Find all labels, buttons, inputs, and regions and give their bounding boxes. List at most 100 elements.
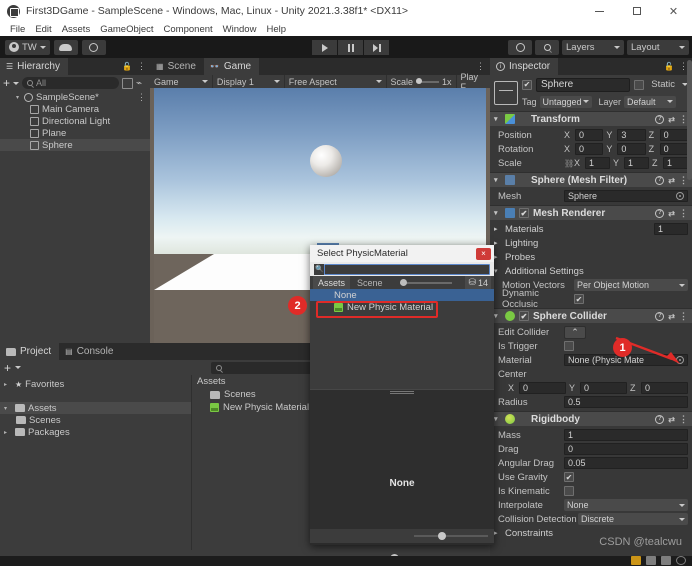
chevron-down-icon[interactable] <box>13 81 20 85</box>
probes-foldout[interactable]: ▸ Probes <box>490 250 692 264</box>
mesh-object-field[interactable]: Sphere <box>564 190 688 202</box>
tab-console[interactable]: ▤ Console <box>59 343 122 360</box>
resize-grip-icon[interactable] <box>390 391 414 394</box>
dialog-tab-assets[interactable]: Assets <box>313 276 351 289</box>
radius-input[interactable]: 0.5 <box>564 396 688 408</box>
expander-icon[interactable]: ▾ <box>494 115 501 123</box>
mesh-renderer-enabled-checkbox[interactable]: ✔ <box>519 208 529 218</box>
chevron-down-icon[interactable] <box>15 366 22 369</box>
lighting-foldout[interactable]: ▸ Lighting <box>490 236 692 250</box>
preset-icon[interactable]: ⇄ <box>668 176 675 185</box>
component-menu-icon[interactable]: ⋮ <box>679 208 688 219</box>
use-gravity-checkbox[interactable]: ✔ <box>564 472 574 482</box>
component-menu-icon[interactable]: ⋮ <box>679 311 688 322</box>
dialog-size-slider[interactable] <box>390 278 464 286</box>
gameview-play-focused-toggle[interactable]: Play F <box>455 72 490 92</box>
history-button[interactable] <box>508 40 532 55</box>
component-header-transform[interactable]: ▾ Transform ? ⇄ ⋮ <box>490 111 692 126</box>
position-x-input[interactable]: 0 <box>575 129 604 141</box>
project-tree-item-assets[interactable]: ▾ Assets <box>0 402 191 414</box>
gameview-display-dropdown[interactable]: Display 1 <box>211 75 284 88</box>
scale-z-input[interactable]: 1 <box>663 157 688 169</box>
expander-icon[interactable]: ▾ <box>494 415 501 423</box>
sphere-collider-enabled-checkbox[interactable]: ✔ <box>519 311 529 321</box>
menu-window[interactable]: Window <box>218 24 262 35</box>
edit-collider-button[interactable]: ⌃ <box>564 325 586 339</box>
layers-dropdown[interactable]: Layers <box>562 40 624 55</box>
check-status-icon[interactable] <box>676 556 686 565</box>
interpolate-dropdown[interactable]: None <box>564 499 688 511</box>
project-add-button[interactable]: + <box>4 362 11 374</box>
dialog-size-knob[interactable] <box>400 278 408 286</box>
menu-component[interactable]: Component <box>159 24 218 35</box>
gameview-target-dropdown[interactable]: Game <box>150 75 212 88</box>
collision-detection-dropdown[interactable]: Discrete <box>578 513 688 525</box>
preset-icon[interactable]: ⇄ <box>668 115 675 124</box>
help-icon[interactable]: ? <box>655 175 665 185</box>
angular-drag-input[interactable]: 0.05 <box>564 457 688 469</box>
project-tree-item-scenes[interactable]: Scenes <box>0 414 191 426</box>
warning-icon[interactable] <box>631 556 641 565</box>
maximize-button[interactable] <box>618 0 655 22</box>
additional-settings-foldout[interactable]: ▾ Additional Settings <box>490 264 692 278</box>
component-header-mesh-renderer[interactable]: ▾ ✔ Mesh Renderer ? ⇄ ⋮ <box>490 205 692 220</box>
center-y-input[interactable]: 0 <box>580 382 627 394</box>
scale-y-input[interactable]: 1 <box>624 157 649 169</box>
tab-hierarchy[interactable]: ☰ Hierarchy <box>0 58 68 75</box>
dialog-item-new-physic-material[interactable]: New Physic Material <box>310 301 494 313</box>
hierarchy-item-plane[interactable]: Plane <box>0 127 150 139</box>
preset-icon[interactable]: ⇄ <box>668 312 675 321</box>
component-header-mesh-filter[interactable]: ▾ Sphere (Mesh Filter) ? ⇄ ⋮ <box>490 172 692 187</box>
menu-help[interactable]: Help <box>261 24 291 35</box>
rotation-x-input[interactable]: 0 <box>575 143 604 155</box>
dialog-footer-slider[interactable] <box>414 531 488 540</box>
scale-slider-knob[interactable] <box>416 78 423 84</box>
pause-button[interactable] <box>338 40 363 55</box>
is-trigger-checkbox[interactable] <box>564 341 574 351</box>
expander-icon[interactable]: ▸ <box>4 381 12 388</box>
dynamic-occlusion-checkbox[interactable]: ✔ <box>574 294 584 304</box>
menu-edit[interactable]: Edit <box>30 24 56 35</box>
tag-dropdown[interactable]: Untagged <box>539 95 592 108</box>
dialog-footer-knob[interactable] <box>438 531 446 540</box>
rotation-z-input[interactable]: 0 <box>659 143 688 155</box>
play-button[interactable] <box>312 40 337 55</box>
center-z-input[interactable]: 0 <box>641 382 688 394</box>
materials-foldout[interactable]: ▸ Materials 1 <box>490 222 692 236</box>
component-header-sphere-collider[interactable]: ▾ ✔ Sphere Collider ? ⇄ ⋮ <box>490 308 692 323</box>
dialog-search-input[interactable] <box>324 263 490 275</box>
layers-status-icon[interactable] <box>646 556 656 565</box>
project-tree-item-packages[interactable]: ▸ Packages <box>0 426 191 438</box>
hierarchy-search-input[interactable]: All <box>22 77 119 89</box>
static-checkbox[interactable] <box>634 79 645 90</box>
expander-icon[interactable]: ▾ <box>4 405 12 412</box>
help-icon[interactable]: ? <box>655 311 665 321</box>
help-icon[interactable]: ? <box>655 208 665 218</box>
expander-icon[interactable]: ▾ <box>494 176 501 184</box>
preset-icon[interactable]: ⇄ <box>668 209 675 218</box>
add-gameobject-button[interactable]: + <box>3 77 10 89</box>
position-z-input[interactable]: 0 <box>659 129 688 141</box>
component-header-rigidbody[interactable]: ▾ Rigidbody ? ⇄ ⋮ <box>490 411 692 426</box>
dialog-close-button[interactable]: × <box>476 247 491 260</box>
object-picker-icon[interactable] <box>676 192 684 200</box>
settings-button[interactable] <box>81 39 106 55</box>
expander-icon[interactable]: ▾ <box>16 94 24 101</box>
expander-icon[interactable]: ▸ <box>4 429 12 436</box>
layer-dropdown[interactable]: Default <box>624 95 677 108</box>
motion-vectors-dropdown[interactable]: Per Object Motion <box>574 279 688 291</box>
project-tree-item-favorites[interactable]: ▸ ★ Favorites <box>0 378 191 390</box>
sort-icon[interactable]: ⌁ <box>136 78 147 89</box>
cloud-button[interactable] <box>53 39 78 55</box>
component-menu-icon[interactable]: ⋮ <box>679 414 688 425</box>
menu-file[interactable]: File <box>5 24 30 35</box>
object-enabled-checkbox[interactable]: ✔ <box>522 79 532 90</box>
gameview-menu-icon[interactable]: ⋮ <box>476 61 490 72</box>
tab-project[interactable]: Project <box>0 343 60 360</box>
expander-icon[interactable]: ▾ <box>494 312 501 320</box>
center-x-input[interactable]: 0 <box>519 382 566 394</box>
lock-icon[interactable]: 🔓 <box>664 62 674 71</box>
search-status-icon[interactable] <box>661 556 671 565</box>
account-dropdown[interactable]: TW <box>5 39 50 55</box>
materials-count[interactable]: 1 <box>654 223 688 235</box>
